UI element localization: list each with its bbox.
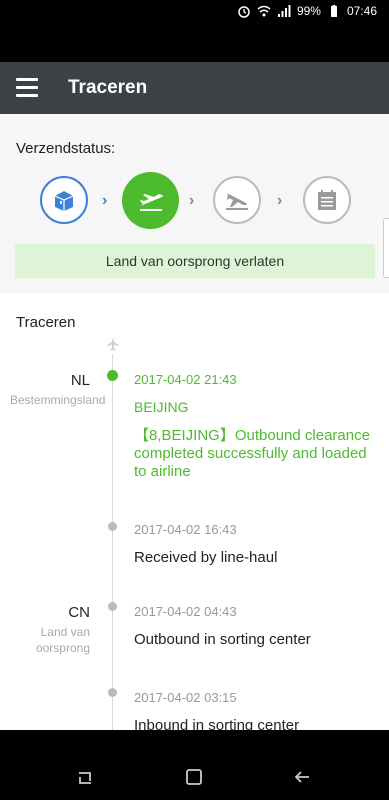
signal-icon xyxy=(277,4,291,18)
country-code: CN xyxy=(68,604,90,621)
tracking-section: Traceren NL Bestemmingsland 2017-04-02 2… xyxy=(0,294,389,730)
plane-departure-icon xyxy=(139,193,163,211)
shipment-status-card: Verzendstatus: › › › Land van oorsprong … xyxy=(0,114,389,294)
tracking-title: Traceren xyxy=(16,314,76,331)
timeline-dot xyxy=(108,688,117,697)
battery-percentage: 99% xyxy=(296,4,321,18)
page-title: Traceren xyxy=(68,77,148,98)
app-bar: Traceren xyxy=(0,62,389,114)
event-description: Received by line-haul xyxy=(134,549,278,566)
plane-arrival-icon xyxy=(226,193,248,210)
event-description: 【8,BEIJING】Outbound clearance completed … xyxy=(134,427,370,480)
shipment-status-label: Verzendstatus: xyxy=(16,140,116,157)
status-banner: Land van oorsprong verlaten xyxy=(15,244,375,278)
chevron-right-icon: › xyxy=(277,192,283,209)
status-bar: 99% 07:46 xyxy=(0,0,389,62)
country-label: Bestemmingsland xyxy=(10,393,106,407)
package-icon xyxy=(54,191,74,211)
menu-icon[interactable] xyxy=(16,78,38,98)
step-departure xyxy=(122,172,179,229)
calendar-icon xyxy=(318,190,336,210)
event-time: 2017-04-02 16:43 xyxy=(134,522,237,537)
timeline-line xyxy=(112,354,113,730)
battery-icon xyxy=(327,4,341,18)
event-description: Outbound in sorting center xyxy=(134,631,311,648)
country-label: Land van oorsprong xyxy=(35,625,90,655)
event-description: Inbound in sorting center xyxy=(134,717,300,730)
recent-apps-icon[interactable] xyxy=(74,766,96,788)
wifi-icon xyxy=(257,4,271,18)
step-delivered xyxy=(303,176,351,224)
event-time: 2017-04-02 21:43 xyxy=(134,372,237,387)
status-bar-indicators: 99% 07:46 xyxy=(237,4,377,18)
plane-icon xyxy=(105,336,121,352)
event-location: BEIJING xyxy=(134,399,189,415)
chevron-right-icon: › xyxy=(189,192,195,209)
country-code: NL xyxy=(70,372,90,389)
home-icon[interactable] xyxy=(183,766,205,788)
timeline-dot xyxy=(108,522,117,531)
timeline-dot xyxy=(108,602,117,611)
timeline-dot xyxy=(107,370,118,381)
navigation-bar xyxy=(0,730,389,800)
chevron-right-icon: › xyxy=(102,192,108,209)
scroll-handle[interactable] xyxy=(383,218,389,278)
step-package xyxy=(40,176,88,224)
event-time: 2017-04-02 04:43 xyxy=(134,604,237,619)
step-arrival xyxy=(213,176,261,224)
alarm-icon xyxy=(237,4,251,18)
event-time: 2017-04-02 03:15 xyxy=(134,690,237,705)
clock: 07:46 xyxy=(346,4,377,18)
back-icon[interactable] xyxy=(291,766,313,788)
